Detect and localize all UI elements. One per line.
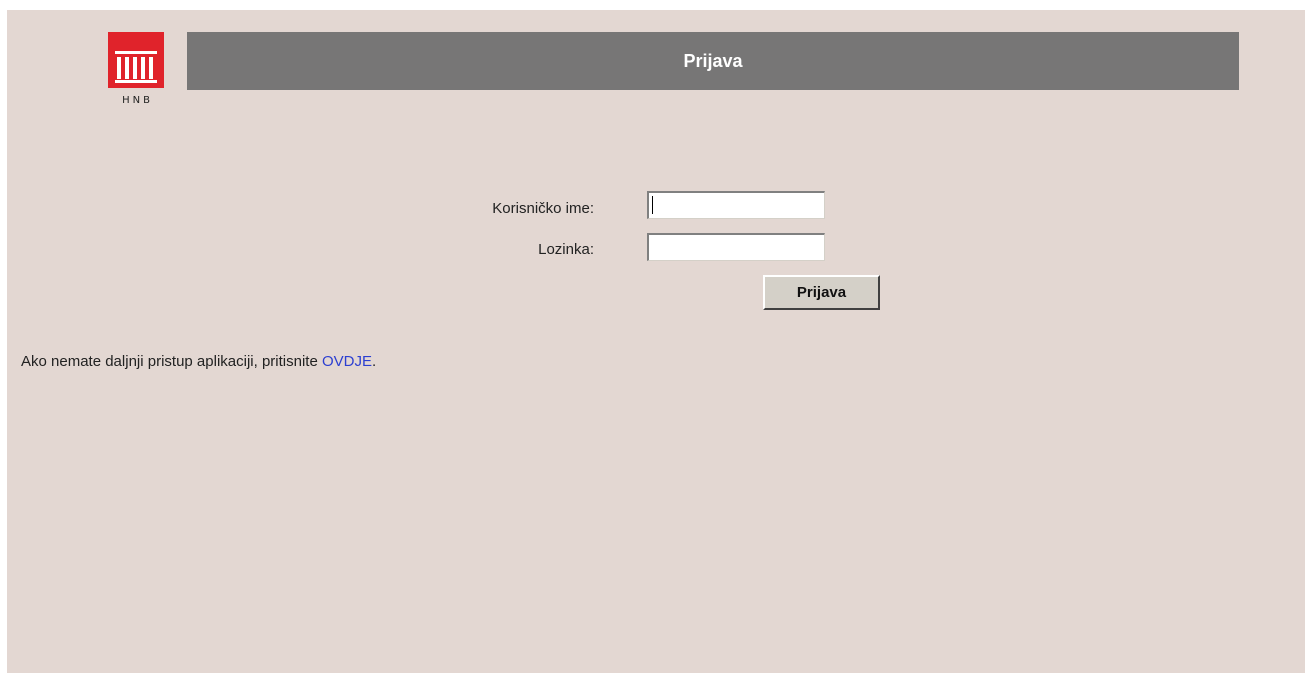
- here-link[interactable]: OVDJE: [322, 353, 372, 370]
- password-label: Lozinka:: [538, 241, 594, 258]
- password-input[interactable]: [647, 233, 825, 261]
- notice-text: Ako nemate daljnji pristup aplikaciji, p…: [21, 353, 322, 370]
- access-notice: Ako nemate daljnji pristup aplikaciji, p…: [21, 353, 376, 370]
- login-page: HNB Prijava Korisničko ime: Lozinka: Pri…: [7, 10, 1305, 673]
- username-input[interactable]: [647, 191, 825, 219]
- notice-suffix: .: [372, 353, 377, 370]
- login-button[interactable]: Prijava: [763, 275, 880, 310]
- hnb-logo: HNB: [108, 32, 164, 118]
- username-label: Korisničko ime:: [492, 200, 594, 217]
- text-caret: [652, 196, 653, 214]
- page-title: Prijava: [187, 32, 1239, 90]
- logo-text: HNB: [122, 95, 153, 106]
- columned-building-icon: [108, 32, 164, 88]
